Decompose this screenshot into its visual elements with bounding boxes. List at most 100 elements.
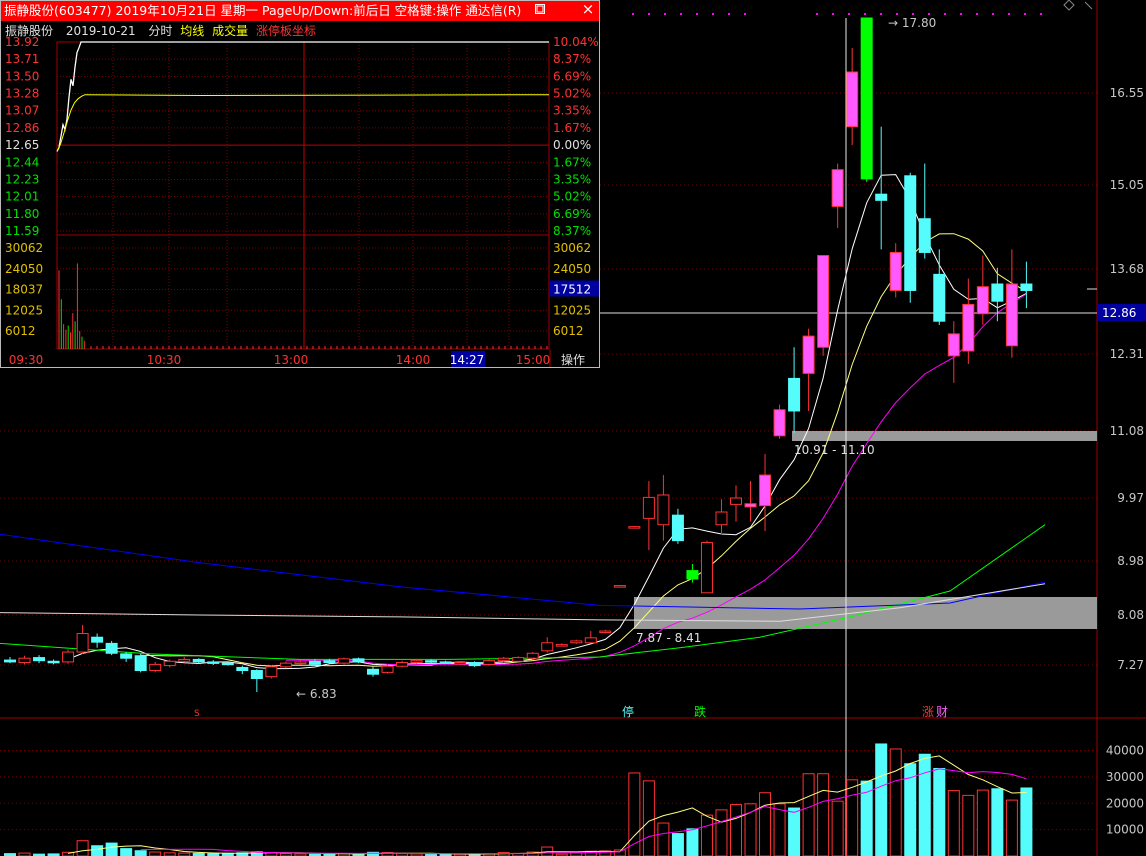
- top-marker-dot: [976, 13, 978, 15]
- intraday-pct-label: 1.67%: [553, 155, 591, 169]
- intraday-price-line: [56, 41, 549, 152]
- intraday-price-label: 13.50: [5, 69, 39, 83]
- candle-body: [889, 251, 902, 291]
- volume-bar: [1005, 799, 1018, 856]
- candle-body: [918, 218, 931, 253]
- intraday-window[interactable]: 13.92 10.04% 13.71 8.37% 13.50 6.69% 13.28 5.02…: [0, 0, 600, 368]
- price-axis-label: 8.98: [1117, 554, 1144, 568]
- intraday-price-label: 11.59: [5, 224, 39, 238]
- operate-label: 操作: [561, 352, 585, 367]
- intraday-mode: 分时: [148, 24, 173, 38]
- intraday-pct-label: 5.02%: [553, 190, 591, 204]
- volume-bar: [715, 809, 728, 856]
- intraday-time-label: 13:00: [274, 353, 309, 367]
- intraday-frame: [56, 41, 550, 350]
- volume-bar: [817, 773, 830, 856]
- candle-body: [91, 636, 104, 643]
- candle-body: [425, 660, 438, 663]
- candle-body: [178, 658, 191, 662]
- candle-body: [308, 660, 321, 665]
- support-zone-upper: [792, 431, 1097, 441]
- candle-body: [715, 511, 728, 526]
- intraday-volume-label: 18037: [5, 283, 43, 297]
- top-marker-dot: [992, 13, 994, 15]
- price-axis-label: 13.68: [1110, 262, 1144, 276]
- candle-body: [613, 585, 626, 588]
- candle-body: [497, 657, 510, 662]
- volume-bar: [962, 794, 975, 856]
- volume-bar: [846, 779, 859, 856]
- candle-body: [570, 640, 583, 644]
- candle-body: [18, 657, 31, 664]
- candle-body: [642, 496, 655, 519]
- candle-body: [265, 666, 278, 678]
- volume-bar: [730, 804, 742, 856]
- candle-body: [584, 637, 597, 644]
- price-axis-label: 15.05: [1110, 178, 1144, 192]
- candle-body: [352, 658, 365, 663]
- candle-body: [439, 661, 452, 664]
- volume-bar: [933, 767, 946, 856]
- top-marker-dot: [696, 13, 698, 15]
- volume-bar: [744, 803, 757, 856]
- intraday-volume-label: 6012: [5, 324, 36, 338]
- intraday-volume-label: 24050: [5, 262, 43, 276]
- candle-body: [788, 377, 801, 412]
- candle-body: [628, 526, 641, 529]
- restore-icon[interactable]: [533, 3, 547, 19]
- candle-body: [236, 666, 249, 672]
- volume-bar: [802, 773, 815, 856]
- candle-body: [163, 660, 176, 667]
- candle-body: [947, 333, 960, 357]
- candle-body: [976, 286, 989, 315]
- candle-body: [396, 662, 409, 667]
- intraday-price-label: 11.80: [5, 207, 39, 221]
- intraday-volume-label-right: 12025: [553, 303, 591, 317]
- intraday-pct-label: 8.37%: [553, 224, 591, 238]
- candle-body: [250, 670, 263, 679]
- top-marker-dot: [1040, 13, 1042, 15]
- candle-body: [149, 663, 162, 672]
- intraday-time-label: 14:27: [450, 353, 485, 367]
- volume-bar: [76, 840, 89, 856]
- volume-toggle[interactable]: 成交量: [212, 24, 248, 38]
- intraday-price-label: 12.01: [5, 190, 39, 204]
- avg-line-toggle[interactable]: 均线: [180, 24, 204, 38]
- signal-marker: 跌: [694, 704, 706, 719]
- top-marker-dot: [816, 13, 818, 15]
- top-marker-dot: [848, 13, 850, 15]
- volume-bar: [947, 790, 960, 856]
- intraday-volume-label: 30062: [5, 241, 43, 255]
- candle-body: [62, 651, 75, 663]
- stock-name: 振静股份: [5, 24, 54, 38]
- high-price-label: → 17.80: [888, 16, 936, 30]
- volume-bar: [671, 833, 684, 856]
- candle-body: [686, 570, 699, 580]
- candle-body: [33, 657, 46, 662]
- price-axis-label: 16.55: [1110, 86, 1144, 100]
- signal-marker: S: [194, 709, 200, 719]
- candle-body: [105, 642, 118, 654]
- intraday-time-label: 09:30: [9, 353, 44, 367]
- intraday-price-label: 12.65: [5, 138, 39, 152]
- top-marker-dot: [944, 13, 946, 15]
- zone-upper-label: 10.91 - 11.10: [794, 443, 875, 457]
- diamond-icon: [1063, 0, 1075, 11]
- top-marker-dot: [1024, 13, 1026, 15]
- limit-board-toggle[interactable]: 涨停板坐标: [256, 24, 316, 38]
- intraday-pct-label: 10.04%: [553, 35, 599, 49]
- top-marker-dot: [632, 13, 634, 15]
- intraday-price-label: 13.28: [5, 87, 39, 101]
- corner-line: [1084, 1, 1093, 10]
- volume-bar: [773, 803, 786, 856]
- candle-body: [323, 660, 336, 664]
- candle-body: [991, 283, 1004, 302]
- signal-marker: 财: [936, 705, 948, 719]
- volume-axis-label: 40000: [1106, 744, 1144, 758]
- volume-bar: [134, 850, 147, 856]
- intraday-window-title[interactable]: 振静股份(603477) 2019年10月21日 星期一 PageUp/Down…: [1, 1, 599, 21]
- volume-cursor-label: 17512: [553, 283, 591, 297]
- close-icon[interactable]: ×: [581, 2, 595, 17]
- intraday-price-label: 13.71: [5, 52, 39, 66]
- zone-lower-label: 7.87 - 8.41: [636, 631, 701, 645]
